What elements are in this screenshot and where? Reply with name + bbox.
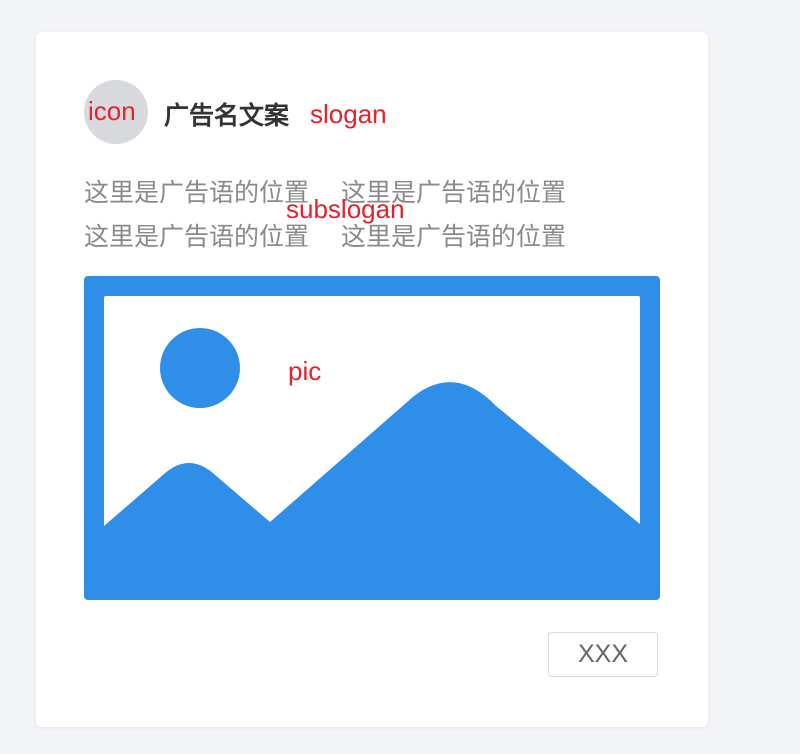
- ad-title: 广告名文案: [164, 101, 290, 130]
- image-placeholder-icon: [84, 276, 660, 600]
- ad-picture[interactable]: [84, 276, 660, 600]
- page: icon 广告名文案 slogan 这里是广告语的位置 这里是广告语的位置 这里…: [0, 0, 800, 754]
- icon-annotation: icon: [88, 96, 136, 126]
- action-button[interactable]: XXX: [548, 632, 658, 677]
- ad-card[interactable]: icon 广告名文案 slogan 这里是广告语的位置 这里是广告语的位置 这里…: [36, 32, 708, 727]
- subslogan-text: 这里是广告语的位置: [84, 178, 310, 207]
- subslogan-text: 这里是广告语的位置: [84, 222, 310, 251]
- subslogan-annotation: subslogan: [286, 194, 405, 224]
- slogan-annotation: slogan: [310, 99, 387, 129]
- pic-annotation: pic: [288, 356, 322, 386]
